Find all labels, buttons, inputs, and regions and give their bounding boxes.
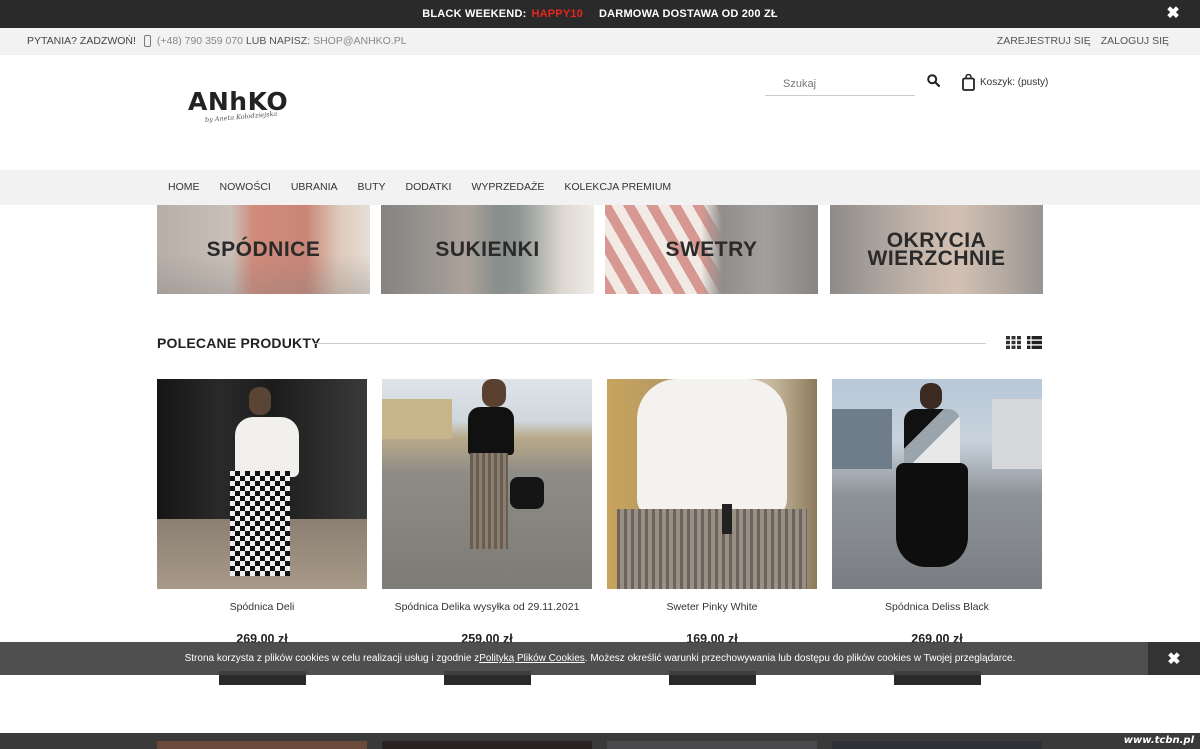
- search-icon[interactable]: [927, 74, 941, 88]
- bottom-strip: [0, 733, 1200, 749]
- category-label: SUKIENKI: [435, 237, 540, 261]
- category-label: OKRYCIA WIERZCHNIE: [867, 228, 1006, 270]
- promo-code: HAPPY10: [531, 8, 584, 20]
- promo-bar: BLACK WEEKEND: HAPPY10 DARMOWA DOSTAWA O…: [0, 0, 1200, 28]
- bottom-tile: [382, 741, 592, 749]
- cookie-text-before: Strona korzysta z plików cookies w celu …: [184, 653, 480, 664]
- cart-button[interactable]: Koszyk: (pusty): [962, 74, 1048, 91]
- promo-label: BLACK WEEKEND:: [422, 8, 527, 20]
- nav-item-buty[interactable]: BUTY: [348, 181, 396, 193]
- category-label: SPÓDNICE: [206, 237, 321, 261]
- product-card[interactable]: Sweter Pinky White 169,00 zł: [607, 379, 817, 685]
- category-banner-okrycia-wierzchnie[interactable]: OKRYCIA WIERZCHNIE: [830, 205, 1043, 294]
- cookie-close-icon[interactable]: ✖: [1148, 642, 1200, 675]
- bottom-tile: [832, 741, 1042, 749]
- grid-view-icon[interactable]: [1006, 336, 1021, 349]
- category-banners: SPÓDNICE SUKIENKI SWETRY OKRYCIA WIERZCH…: [157, 205, 1043, 294]
- cookie-text-after: . Możesz określić warunki przechowywania…: [584, 653, 1016, 664]
- category-label: SWETRY: [665, 237, 758, 261]
- search-input[interactable]: [765, 72, 915, 95]
- nav-item-dodatki[interactable]: DODATKI: [396, 181, 462, 193]
- cart-label: Koszyk: (pusty): [980, 77, 1049, 88]
- product-card[interactable]: Spódnica Deli 269,00 zł: [157, 379, 367, 685]
- contact-ask: PYTANIA? ZADZWOŃ!: [27, 35, 136, 47]
- section-title: POLECANE PRODUKTY: [157, 335, 321, 351]
- watermark: www.tcbn.pl: [1123, 735, 1194, 746]
- shopping-bag-icon: [962, 74, 975, 91]
- product-image[interactable]: [382, 379, 592, 589]
- cookie-policy-link[interactable]: Polityką Plików Cookies: [479, 653, 585, 664]
- section-divider: [315, 343, 986, 344]
- product-name[interactable]: Spódnica Deliss Black: [832, 601, 1042, 621]
- category-banner-spodnice[interactable]: SPÓDNICE: [157, 205, 370, 294]
- contact-phone[interactable]: (+48) 790 359 070: [157, 35, 243, 47]
- cookie-bar: Strona korzysta z plików cookies w celu …: [0, 642, 1200, 675]
- contact-email[interactable]: SHOP@ANHKO.PL: [313, 35, 407, 47]
- product-name[interactable]: Sweter Pinky White: [607, 601, 817, 621]
- register-link[interactable]: ZAREJESTRUJ SIĘ: [997, 35, 1091, 47]
- nav-item-nowosci[interactable]: NOWOŚCI: [210, 181, 281, 193]
- product-image[interactable]: [832, 379, 1042, 589]
- product-name[interactable]: Spódnica Deli: [157, 601, 367, 621]
- close-icon[interactable]: ✖: [1166, 5, 1180, 23]
- product-card[interactable]: Spódnica Deliss Black 269,00 zł: [832, 379, 1042, 685]
- nav-item-kolekcja-premium[interactable]: KOLEKCJA PREMIUM: [554, 181, 681, 193]
- nav-item-wyprzedaze[interactable]: WYPRZEDAŻE: [461, 181, 554, 193]
- product-image[interactable]: [157, 379, 367, 589]
- nav-item-ubrania[interactable]: UBRANIA: [281, 181, 348, 193]
- category-banner-swetry[interactable]: SWETRY: [605, 205, 818, 294]
- bottom-tile: [157, 741, 367, 749]
- category-banner-sukienki[interactable]: SUKIENKI: [381, 205, 594, 294]
- login-link[interactable]: ZALOGUJ SIĘ: [1101, 35, 1169, 47]
- promo-shipping: DARMOWA DOSTAWA OD 200 ZŁ: [599, 8, 778, 20]
- phone-icon: [143, 35, 151, 47]
- product-image[interactable]: [607, 379, 817, 589]
- nav-item-home[interactable]: HOME: [158, 181, 210, 193]
- search-box: [765, 72, 915, 96]
- contact-bar: PYTANIA? ZADZWOŃ! (+48) 790 359 070 LUB …: [0, 28, 1200, 55]
- bottom-tile: [607, 741, 817, 749]
- contact-or-write: LUB NAPISZ:: [245, 35, 311, 47]
- product-card[interactable]: Spódnica Delika wysyłka od 29.11.2021 25…: [382, 379, 592, 685]
- header: ANhKO by Aneta Kołodziejska Koszyk: (pus…: [0, 55, 1200, 170]
- logo[interactable]: ANhKO by Aneta Kołodziejska: [188, 89, 288, 124]
- product-name[interactable]: Spódnica Delika wysyłka od 29.11.2021: [382, 601, 592, 621]
- list-view-icon[interactable]: [1027, 336, 1042, 349]
- main-nav: HOME NOWOŚCI UBRANIA BUTY DODATKI WYPRZE…: [0, 170, 1200, 205]
